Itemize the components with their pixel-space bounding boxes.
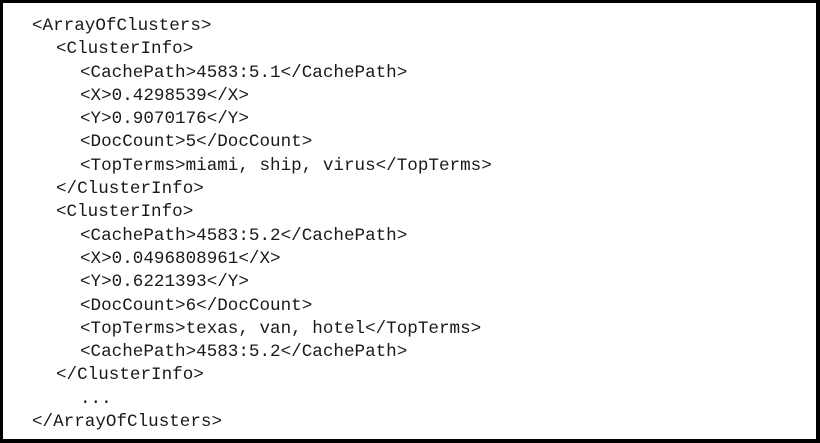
- code-line-cluster-open: <ClusterInfo>: [56, 39, 194, 60]
- code-line-doccount: <DocCount>5</DocCount>: [80, 132, 313, 153]
- code-line-cachepath: <CachePath>4583:5.2</CachePath>: [80, 225, 408, 246]
- code-line-topterms: <TopTerms>miami, ship, virus</TopTerms>: [80, 155, 492, 176]
- code-line-array-close: </ArrayOfClusters>: [32, 412, 223, 433]
- code-line-cachepath: <CachePath>4583:5.2</CachePath>: [80, 342, 408, 363]
- code-line-array-open: <ArrayOfClusters>: [32, 16, 212, 36]
- code-line-topterms: <TopTerms>texas, van, hotel</TopTerms>: [80, 318, 482, 339]
- code-line-doccount: <DocCount>6</DocCount>: [80, 295, 313, 316]
- code-line-cluster-close: </ClusterInfo>: [56, 365, 204, 386]
- code-line-y: <Y>0.9070176</Y>: [80, 109, 249, 130]
- code-line-cachepath: <CachePath>4583:5.1</CachePath>: [80, 62, 408, 83]
- document-frame: <ArrayOfClusters> <ClusterInfo> <CachePath…: [0, 0, 820, 443]
- code-line-cluster-open: <ClusterInfo>: [56, 202, 194, 223]
- xml-code-block: <ArrayOfClusters> <ClusterInfo> <CachePath…: [32, 15, 492, 434]
- code-line-ellipsis: ...: [80, 388, 112, 409]
- code-line-x: <X>0.0496808961</X>: [80, 248, 281, 269]
- code-line-y: <Y>0.6221393</Y>: [80, 272, 249, 293]
- code-line-cluster-close: </ClusterInfo>: [56, 179, 204, 200]
- code-line-x: <X>0.4298539</X>: [80, 85, 249, 106]
